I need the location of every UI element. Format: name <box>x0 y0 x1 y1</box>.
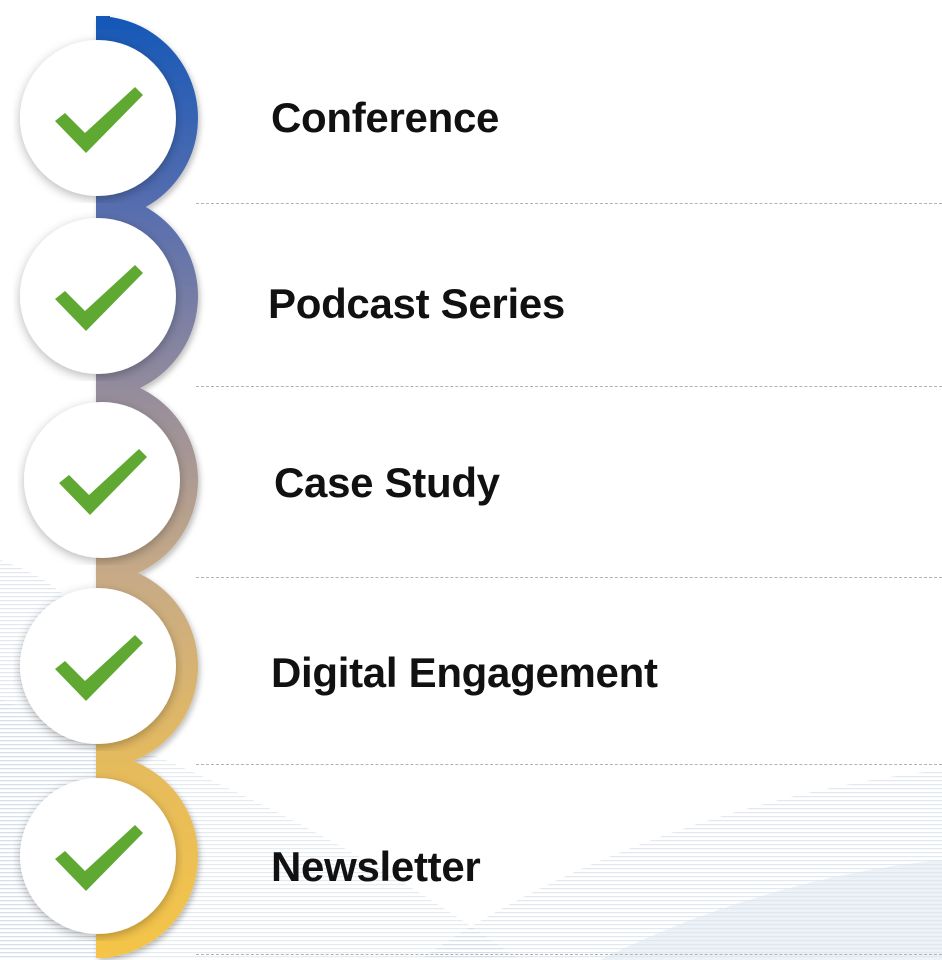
check-badge-1 <box>20 40 176 196</box>
row-divider <box>196 386 942 387</box>
checklist-diagram: Conference Podcast Series Case Study Digita… <box>0 0 942 960</box>
check-badge-3 <box>24 402 180 558</box>
check-badge-2 <box>20 218 176 374</box>
check-badge-4 <box>20 588 176 744</box>
item-label-4: Digital Engagement <box>271 649 658 696</box>
row-divider <box>196 203 942 204</box>
row-divider <box>196 577 942 578</box>
check-badge-5 <box>20 778 176 934</box>
item-label-2: Podcast Series <box>268 280 565 327</box>
item-label-3: Case Study <box>274 459 500 506</box>
row-divider <box>196 764 942 765</box>
row-divider <box>196 954 942 955</box>
item-label-1: Conference <box>271 94 500 141</box>
item-label-5: Newsletter <box>271 843 481 890</box>
